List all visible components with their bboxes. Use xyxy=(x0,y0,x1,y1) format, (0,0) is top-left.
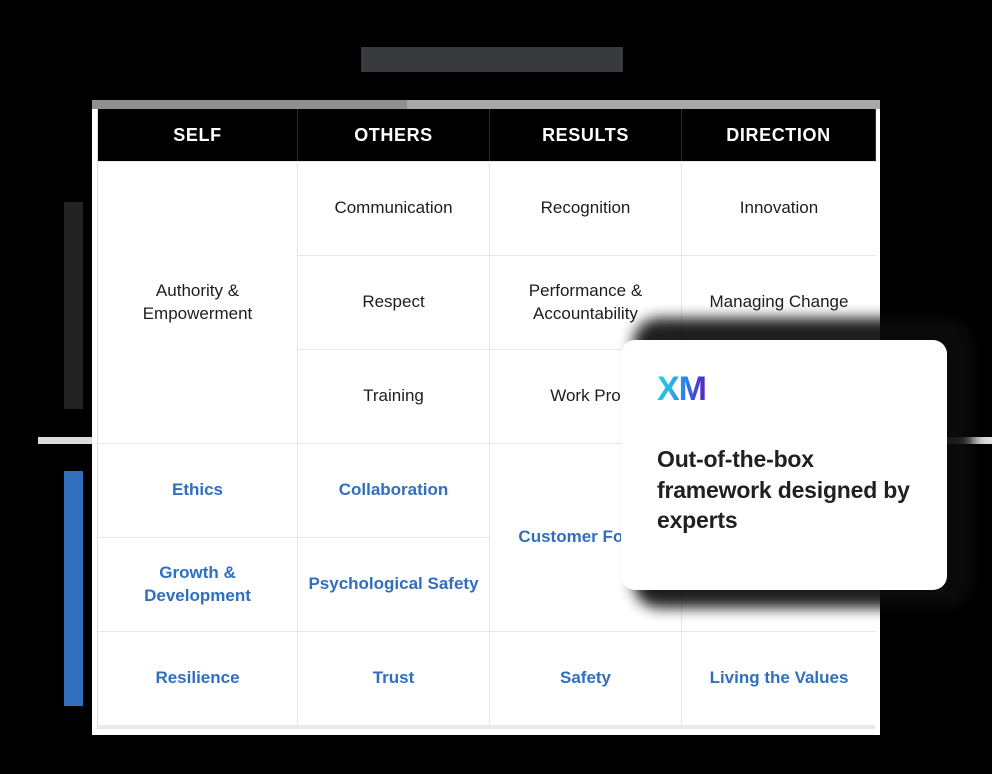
column-header-results: RESULTS xyxy=(490,109,682,161)
cell-self-ethics: Ethics xyxy=(98,443,298,537)
axis-label-block-top xyxy=(64,202,83,409)
overlay-card: XM Out-of-the-box framework designed by … xyxy=(621,340,947,590)
axis-label-block-bottom xyxy=(64,471,83,706)
cell-others-training: Training xyxy=(298,349,490,443)
cell-others-respect: Respect xyxy=(298,255,490,349)
column-header-others: OTHERS xyxy=(298,109,490,161)
cell-results-safety: Safety xyxy=(490,631,682,725)
cell-direction-living-the-values: Living the Values xyxy=(682,631,876,725)
xm-logo: XM xyxy=(657,370,707,408)
scrollbar-thumb[interactable] xyxy=(92,100,407,109)
cell-results-recognition: Recognition xyxy=(490,161,682,255)
cell-others-collaboration: Collaboration xyxy=(298,443,490,537)
cell-direction-innovation: Innovation xyxy=(682,161,876,255)
column-header-direction: DIRECTION xyxy=(682,109,876,161)
title-placeholder-bar xyxy=(361,47,623,72)
horizontal-scrollbar[interactable] xyxy=(92,100,880,109)
cell-self-growth-development: Growth & Development xyxy=(98,537,298,631)
cell-others-psychological-safety: Psychological Safety xyxy=(298,537,490,631)
overlay-card-headline: Out-of-the-box framework designed by exp… xyxy=(657,446,910,534)
cell-others-communication: Communication xyxy=(298,161,490,255)
column-header-self: SELF xyxy=(98,109,298,161)
cell-others-trust: Trust xyxy=(298,631,490,725)
screenshot-root: SELF OTHERS RESULTS DIRECTION Authority … xyxy=(0,0,992,774)
cell-self-authority: Authority & Empowerment xyxy=(98,161,298,443)
cell-self-resilience: Resilience xyxy=(98,631,298,725)
